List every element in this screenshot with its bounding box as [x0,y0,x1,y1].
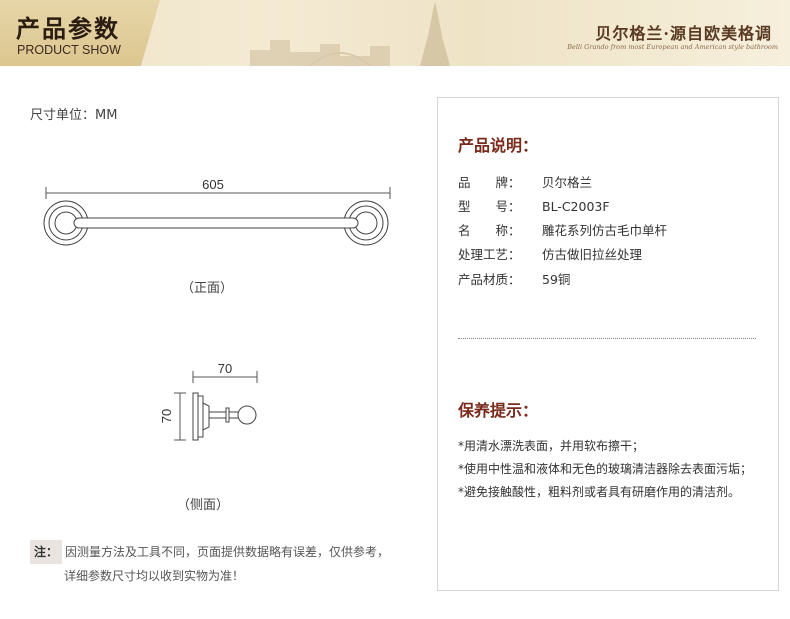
product-info-card: 产品说明： 品 牌： 贝尔格兰 型 号： BL-C2003F 名 称： 雕花系列仿古毛… [437,97,779,591]
spec-key: 产品材质： [458,272,521,287]
dimension-drawings: 605 70 70 [43,177,391,441]
care-tip: *用清水漂洗表面，并用软布擦干； [458,439,645,453]
spec-row-process: 处理工艺： 仿古做旧拉丝处理 [458,243,642,267]
spec-row-model: 型 号： BL-C2003F [458,195,610,219]
spec-key: 名 称： [458,223,521,238]
measurement-note: 注： 因测量方法及工具不同，页面提供数据略有误差，仅供参考， 详细参数尺寸均以收到… [30,540,430,588]
spec-value: 59铜 [542,272,571,287]
spec-key: 品 牌： [458,175,521,190]
care-tip: *使用中性温和液体和无色的玻璃清洁器除去表面污垢； [458,462,753,476]
side-view-label: （侧面） [177,498,230,513]
spec-key: 型 号： [458,199,521,214]
care-tip: *避免接触酸性，粗料剂或者具有研磨作用的清洁剂。 [458,485,741,499]
towel-bar-side-view [192,392,257,441]
side-height-dimension-line [174,392,186,441]
side-width-value: 70 [218,361,232,376]
front-dimension-value: 605 [202,177,224,192]
note-text-1: 因测量方法及工具不同，页面提供数据略有误差，仅供参考， [65,545,390,559]
side-height-value: 70 [159,409,174,423]
product-info-heading: 产品说明： [458,136,539,155]
care-heading: 保养提示： [458,401,539,420]
spec-row-material: 产品材质： 59铜 [458,268,570,292]
front-view-label: （正面） [181,281,234,296]
spec-key: 处理工艺： [458,247,521,262]
spec-value: 仿古做旧拉丝处理 [542,247,643,262]
note-tag: 注： [30,540,63,564]
section-divider [458,338,756,339]
brand-slogan: 贝尔格兰·源自欧美格调 [595,24,772,43]
spec-value: BL-C2003F [542,199,610,214]
spec-row-brand: 品 牌： 贝尔格兰 [458,171,592,195]
note-line-1: 注： 因测量方法及工具不同，页面提供数据略有误差，仅供参考， [30,540,430,564]
brand-slogan-english: Belli Grando from most European and Amer… [567,43,778,51]
spec-value: 贝尔格兰 [542,175,593,190]
spec-row-name: 名 称： 雕花系列仿古毛巾单杆 [458,219,667,243]
note-text-2: 详细参数尺寸均以收到实物为准！ [64,569,245,583]
towel-bar-front-view [43,200,389,246]
spec-value: 雕花系列仿古毛巾单杆 [542,223,668,238]
